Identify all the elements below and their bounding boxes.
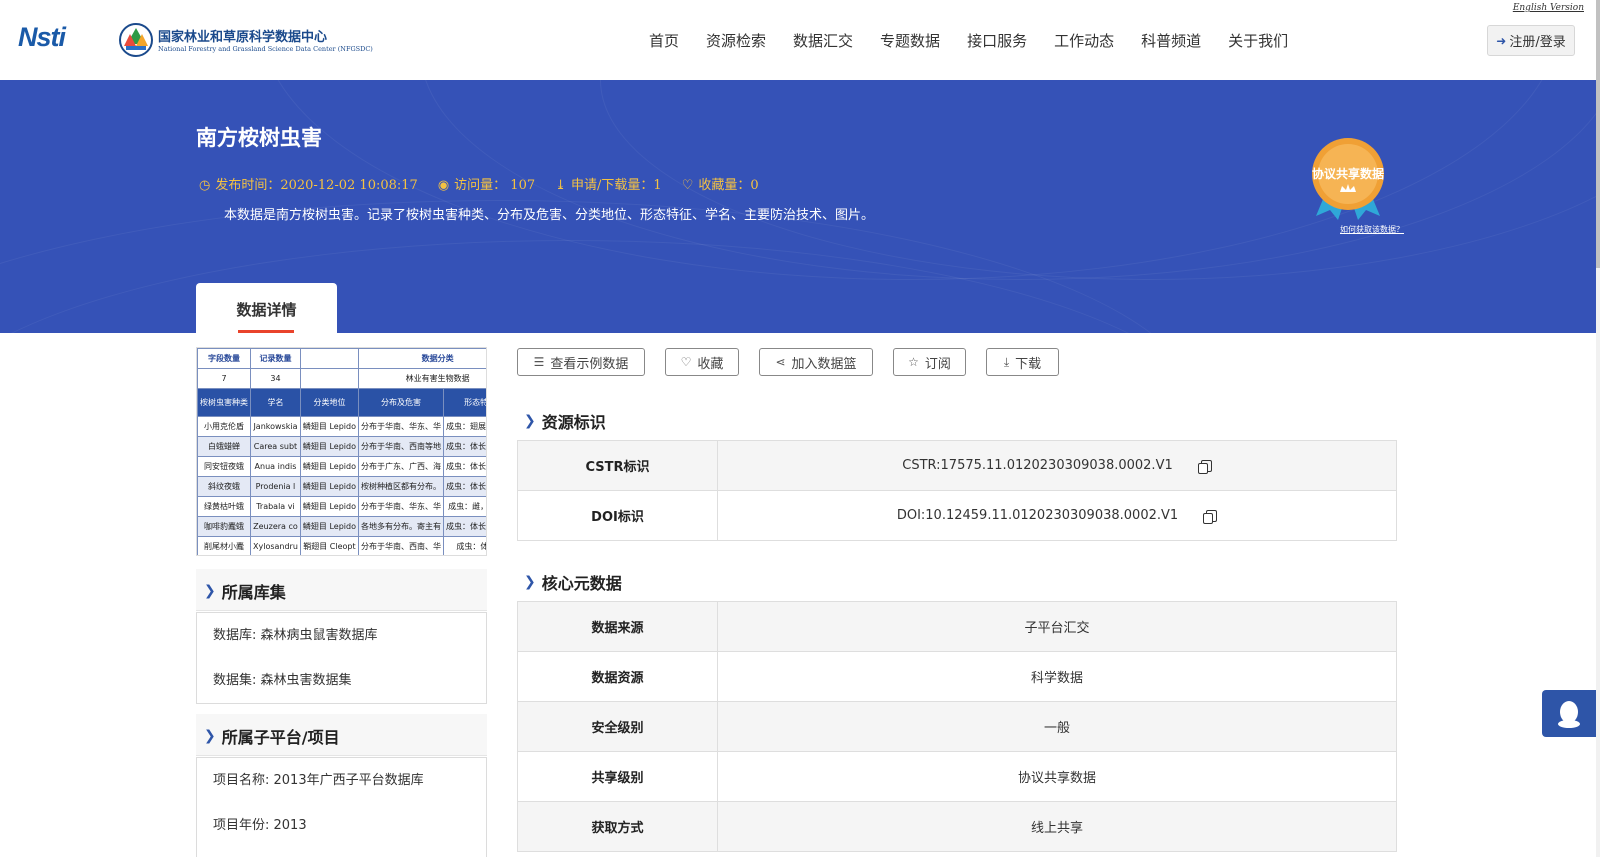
preview-table: 字段数量 记录数量 数据分类 7 34 林业有害生物数据 桉树虫害种类 学名 分类地位 分布及…	[197, 348, 486, 555]
resource-id-section-title: ❯ 资源标识	[524, 413, 606, 432]
heart-icon: ♡	[681, 178, 694, 193]
share-icon: ⋖	[775, 355, 786, 369]
qq-chat-button[interactable]	[1542, 690, 1596, 737]
qq-penguin-icon	[1558, 700, 1580, 728]
dataset-description: 本数据是南方桉树虫害。记录了桉树虫害种类、分布及危害、分类地位、形态特征、学名、…	[224, 208, 875, 223]
active-tab-indicator	[238, 330, 294, 333]
logo-english-name: National Forestry and Grassland Science …	[158, 45, 373, 53]
view-sample-data-button[interactable]: ☰ 查看示例数据	[517, 348, 645, 376]
table-row: 安全级别 一般	[517, 701, 1397, 752]
project-name: 项目名称: 2013年广西子平台数据库	[213, 773, 424, 788]
table-row: 获取方式 线上共享	[517, 801, 1397, 852]
core-metadata-table: 数据来源 子平台汇交 数据资源 科学数据 安全级别 一般 共享级别 协议共享数据 获取方…	[517, 601, 1397, 852]
project-year: 项目年份: 2013	[213, 818, 307, 833]
subscribe-button[interactable]: ☆ 订阅	[893, 348, 966, 376]
favorite-button[interactable]: ♡ 收藏	[665, 348, 739, 376]
nfgsdc-logo[interactable]: 国家林业和草原科学数据中心 National Forestry and Gras…	[118, 20, 373, 60]
copy-doi-icon[interactable]	[1203, 509, 1218, 524]
table-row: 数据资源 科学数据	[517, 651, 1397, 702]
badge-text: 协议共享数据	[1312, 166, 1384, 181]
main-nav: 首页 资源检索 数据汇交 专题数据 接口服务 工作动态 科普频道 关于我们	[649, 30, 1315, 51]
sign-in-icon: ➜	[1496, 33, 1507, 48]
nav-work-news[interactable]: 工作动态	[1054, 30, 1114, 51]
dataset-meta: ◷ 发布时间：2020-12-02 10:08:17 ◉ 访问量： 107 ⤓ 申请/…	[199, 174, 759, 193]
heart-icon: ♡	[680, 355, 692, 369]
download-icon: ⤓	[1003, 354, 1010, 369]
page-scrollbar[interactable]	[1596, 0, 1600, 857]
logo-chinese-name: 国家林业和草原科学数据中心	[158, 30, 328, 45]
cstr-value: CSTR:17575.11.0120230309038.0002.V1	[902, 458, 1173, 473]
table-row: DOI标识 DOI:10.12459.11.0120230309038.0002…	[517, 490, 1397, 541]
visit-count: ◉ 访问量： 107	[437, 178, 536, 193]
chevron-right-icon: ❯	[524, 574, 536, 590]
resource-id-table: CSTR标识 CSTR:17575.11.0120230309038.0002.…	[517, 440, 1397, 541]
database-icon: ☰	[533, 355, 545, 369]
site-header: Nsti 国家林业和草原科学数据中心 National Forestry and…	[0, 0, 1596, 80]
nfgsdc-emblem-icon	[119, 23, 153, 57]
add-to-data-basket-button[interactable]: ⋖ 加入数据篮	[759, 348, 873, 376]
core-metadata-section-title: ❯ 核心元数据	[524, 574, 622, 593]
chevron-right-icon: ❯	[204, 728, 216, 744]
nsti-logo[interactable]: Nsti	[18, 22, 98, 56]
tab-data-details[interactable]: 数据详情	[196, 283, 337, 333]
star-icon: ☆	[908, 355, 919, 369]
scrollbar-thumb[interactable]	[1596, 0, 1600, 268]
login-register-button[interactable]: ➜ 注册/登录	[1487, 25, 1575, 56]
database-name: 数据库: 森林病虫鼠害数据库	[213, 628, 378, 643]
nav-science-channel[interactable]: 科普频道	[1141, 30, 1201, 51]
nav-topic-data[interactable]: 专题数据	[880, 30, 940, 51]
dataset-name: 数据集: 森林虫害数据集	[213, 673, 352, 688]
table-row: 共享级别 协议共享数据	[517, 751, 1397, 802]
library-section-title: ❯ 所属库集	[204, 583, 286, 602]
nav-about-us[interactable]: 关于我们	[1228, 30, 1288, 51]
how-to-get-data-link[interactable]: 如何获取该数据？	[1340, 224, 1404, 235]
download-count: ⤓ 申请/下载量：1	[555, 178, 662, 193]
dataset-banner: 南方桉树虫害 ◷ 发布时间：2020-12-02 10:08:17 ◉ 访问量： 1…	[0, 80, 1596, 333]
doi-value: DOI:10.12459.11.0120230309038.0002.V1	[896, 508, 1179, 523]
table-row: CSTR标识 CSTR:17575.11.0120230309038.0002.…	[517, 440, 1397, 491]
chevron-right-icon: ❯	[204, 583, 216, 599]
clock-icon: ◷	[199, 178, 211, 193]
login-register-label: 注册/登录	[1509, 35, 1566, 50]
download-button[interactable]: ⤓ 下载	[986, 348, 1059, 376]
nav-api-service[interactable]: 接口服务	[967, 30, 1027, 51]
eye-icon: ◉	[437, 178, 450, 193]
download-icon: ⤓	[555, 178, 567, 193]
data-preview-image[interactable]: 字段数量 记录数量 数据分类 7 34 林业有害生物数据 桉树虫害种类 学名 分类地位 分布及…	[196, 347, 487, 556]
table-row: 数据来源 子平台汇交	[517, 601, 1397, 652]
nav-data-submission[interactable]: 数据汇交	[793, 30, 853, 51]
platform-info-box: 项目名称: 2013年广西子平台数据库 项目年份: 2013	[196, 757, 487, 857]
chevron-right-icon: ❯	[524, 413, 536, 429]
favorite-count: ♡ 收藏量：0	[681, 178, 759, 193]
library-info-box: 数据库: 森林病虫鼠害数据库 数据集: 森林虫害数据集	[196, 612, 487, 704]
publish-time: ◷ 发布时间：2020-12-02 10:08:17	[199, 178, 418, 193]
dataset-title: 南方桉树虫害	[196, 126, 322, 150]
platform-section-title: ❯ 所属子平台/项目	[204, 728, 340, 747]
nav-resource-search[interactable]: 资源检索	[706, 30, 766, 51]
nav-home[interactable]: 首页	[649, 30, 679, 51]
share-level-badge-icon: 协议共享数据	[1312, 138, 1384, 220]
copy-cstr-icon[interactable]	[1197, 459, 1212, 474]
english-version-link[interactable]: English Version	[1513, 3, 1584, 13]
